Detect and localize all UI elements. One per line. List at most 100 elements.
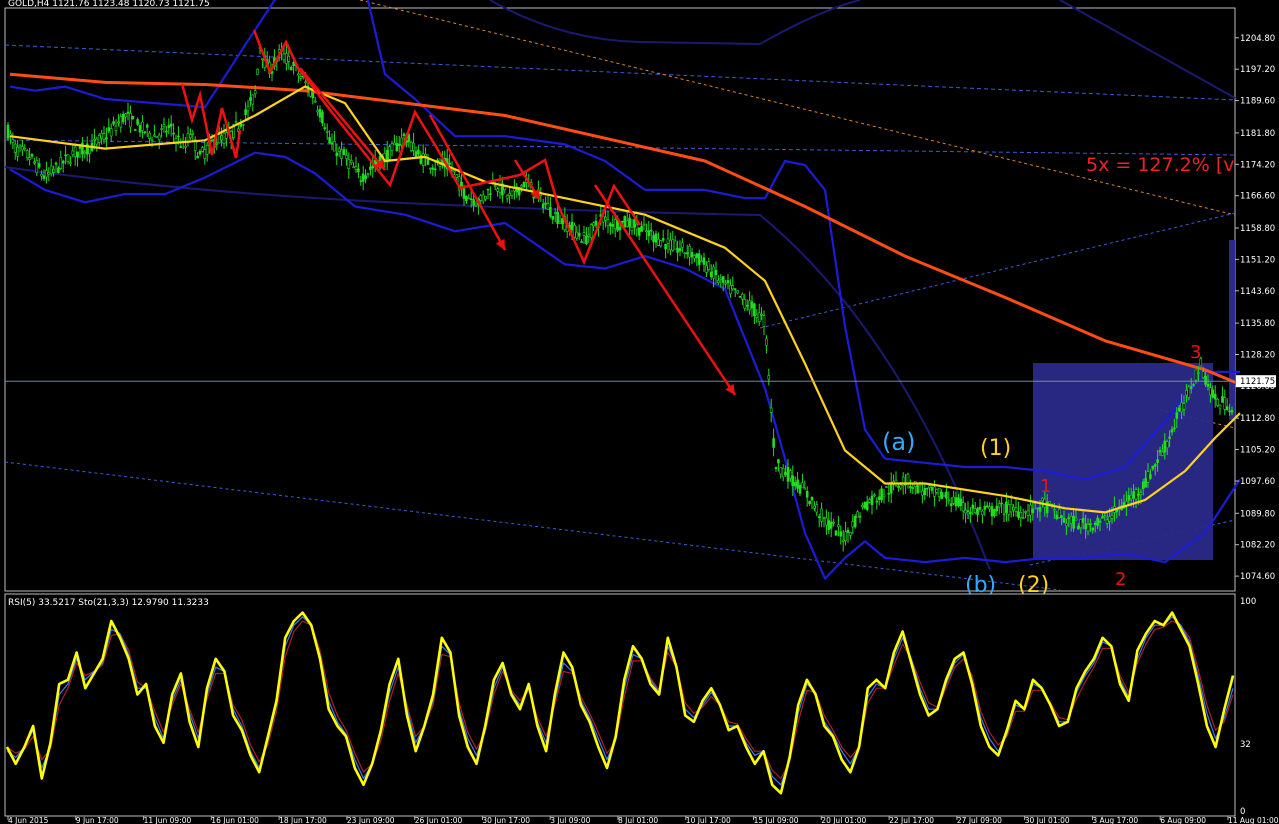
candle-body	[714, 269, 718, 276]
candle-body	[330, 142, 334, 145]
candle-body	[505, 195, 509, 199]
y-tick-label: 1174.20	[1240, 160, 1275, 170]
candle-body	[522, 182, 526, 188]
candle-body	[112, 121, 115, 125]
candle-body	[299, 76, 303, 79]
candle-body	[1144, 478, 1147, 488]
candle-body	[844, 531, 847, 542]
candle-body	[1182, 403, 1186, 410]
candle-body	[729, 284, 732, 295]
candle-body	[1218, 404, 1222, 409]
candle-body	[1180, 402, 1183, 413]
candle-body	[1197, 372, 1200, 374]
candle-body	[47, 172, 51, 175]
candle-body	[767, 375, 771, 380]
candle-body	[1077, 525, 1080, 530]
candle-body	[402, 133, 406, 136]
candle-body	[1216, 398, 1219, 406]
candle-body	[863, 501, 867, 509]
candle-body	[933, 486, 936, 497]
candle-body	[858, 515, 862, 518]
wave-label: 1	[1040, 476, 1051, 497]
candle-body	[949, 503, 953, 507]
candle-body	[64, 154, 67, 157]
candle-body	[1129, 494, 1133, 500]
candle-body	[1105, 519, 1109, 524]
candle-body	[1137, 493, 1140, 496]
candle-body	[726, 280, 730, 284]
candle-body	[1002, 513, 1006, 516]
candle-body	[865, 501, 869, 510]
candle-body	[364, 175, 367, 180]
candle-body	[481, 194, 485, 202]
candle-body	[321, 112, 324, 124]
candle-body	[964, 509, 967, 514]
candle-body	[868, 499, 871, 503]
candle-body	[138, 125, 142, 133]
candle-body	[911, 487, 915, 489]
candle-body	[556, 211, 559, 224]
candle-body	[993, 509, 996, 516]
x-tick-label: 10 Jul 17:00	[686, 816, 731, 824]
candle-body	[906, 473, 910, 484]
candle-body	[225, 132, 228, 139]
candle-body	[347, 159, 351, 169]
y-tick-label: 1082.20	[1240, 541, 1275, 551]
candle-body	[342, 149, 346, 156]
y-tick-label: 1158.80	[1240, 224, 1275, 234]
candle-body	[340, 149, 343, 159]
candle-body	[143, 131, 147, 134]
candle-body	[798, 484, 802, 494]
candle-body	[21, 146, 24, 151]
candle-body	[162, 124, 166, 128]
candle-body	[337, 148, 341, 152]
candle-body	[289, 67, 293, 71]
wave-label: (1)	[980, 436, 1011, 461]
candle-body	[1038, 507, 1042, 512]
wave-label: 2	[1115, 569, 1126, 590]
candle-body	[37, 163, 41, 168]
candle-body	[966, 510, 970, 513]
x-tick-label: 3 Aug 17:00	[1092, 816, 1138, 824]
candle-body	[1072, 515, 1075, 529]
candle-body	[1000, 502, 1003, 505]
candle-body	[618, 226, 622, 231]
candle-body	[570, 221, 574, 231]
candle-body	[126, 111, 130, 114]
candle-body	[796, 479, 799, 489]
candle-body	[71, 150, 75, 155]
candle-body	[1139, 492, 1143, 496]
candle-body	[870, 495, 874, 506]
candle-body	[666, 238, 670, 244]
candle-body	[172, 132, 175, 135]
candle-body	[1156, 459, 1159, 463]
candle-body	[433, 168, 437, 171]
candle-body	[493, 185, 497, 188]
candle-body	[834, 530, 838, 536]
candle-body	[1177, 407, 1181, 412]
candle-body	[880, 488, 883, 501]
candle-body	[357, 168, 360, 173]
candle-body	[1062, 517, 1066, 523]
candle-body	[429, 167, 432, 170]
candle-body	[981, 510, 984, 515]
right-box	[1229, 240, 1235, 420]
candle-body	[369, 166, 372, 171]
candle-body	[30, 153, 34, 157]
candle-body	[709, 271, 713, 278]
candle-body	[846, 529, 850, 533]
candle-body	[719, 277, 723, 280]
candle-body	[1206, 383, 1210, 387]
candle-body	[191, 132, 195, 135]
candle-body	[16, 146, 19, 157]
candle-body	[1158, 450, 1162, 453]
candle-body	[1221, 396, 1224, 403]
x-tick-label: 15 Jul 09:00	[754, 816, 799, 824]
candle-body	[532, 196, 535, 199]
candle-body	[309, 90, 312, 97]
candle-body	[683, 252, 687, 254]
x-tick-label: 6 Aug 09:00	[1160, 816, 1206, 824]
candle-body	[789, 470, 792, 479]
candle-body	[220, 135, 223, 141]
candle-body	[114, 125, 118, 131]
